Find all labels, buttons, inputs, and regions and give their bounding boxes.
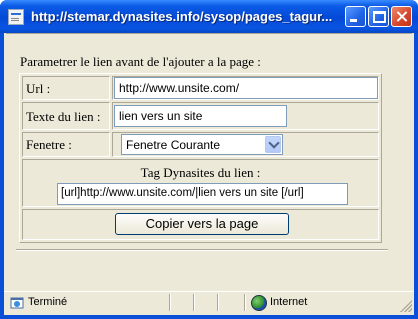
link-text-label: Texte du lien : (26, 109, 101, 124)
page-icon (8, 9, 24, 25)
window-select[interactable]: Fenetre Courante (121, 134, 283, 155)
url-input-cell: http://www.unsite.com/ (112, 76, 379, 100)
security-zone: Internet (270, 296, 308, 308)
copy-to-page-button[interactable]: Copier vers la page (115, 213, 289, 235)
window-label: Fenetre : (26, 137, 72, 152)
chevron-down-icon[interactable] (265, 136, 281, 153)
status-text: Terminé (28, 296, 68, 308)
tag-output-field[interactable]: [url]http://www.unsite.com/|lien vers un… (57, 183, 348, 205)
url-label-cell: Url : (22, 76, 110, 100)
button-cell: Copier vers la page (22, 209, 379, 240)
divider (16, 249, 388, 251)
link-text-input[interactable]: lien vers un site (114, 105, 287, 127)
link-text-input-cell: lien vers un site (112, 102, 379, 130)
resize-grip[interactable] (400, 300, 412, 312)
form-table: Url : http://www.unsite.com/ Texte du li… (19, 73, 382, 243)
status-bar: Terminé Internet (4, 291, 414, 314)
form-heading: Parametrer le lien avant de l'ajouter a … (20, 54, 261, 69)
status-divider (169, 294, 171, 311)
url-input[interactable]: http://www.unsite.com/ (114, 77, 378, 99)
title-bar[interactable]: http://stemar.dynasites.info/sysop/pages… (0, 0, 418, 33)
globe-icon (251, 295, 267, 311)
popup-window: http://stemar.dynasites.info/sysop/pages… (0, 0, 418, 319)
link-text-label-cell: Texte du lien : (22, 102, 110, 130)
tag-label: Tag Dynasites du lien : (140, 165, 261, 180)
url-label: Url : (26, 81, 51, 96)
window-title: http://stemar.dynasites.info/sysop/pages… (31, 9, 333, 24)
window-select-cell: Fenetre Courante (112, 132, 379, 157)
window-select-value: Fenetre Courante (126, 138, 221, 152)
window-label-cell: Fenetre : (22, 132, 110, 157)
close-button[interactable] (391, 6, 412, 27)
status-divider (193, 294, 195, 311)
page-content: Parametrer le lien avant de l'ajouter a … (6, 33, 412, 289)
status-divider (244, 294, 246, 311)
maximize-button[interactable] (368, 6, 389, 27)
status-divider (217, 294, 219, 311)
window-client-area: Parametrer le lien avant de l'ajouter a … (4, 33, 414, 315)
tag-cell: Tag Dynasites du lien : [url]http://www.… (22, 159, 379, 207)
page-done-icon (10, 297, 24, 309)
minimize-button[interactable] (345, 6, 366, 27)
